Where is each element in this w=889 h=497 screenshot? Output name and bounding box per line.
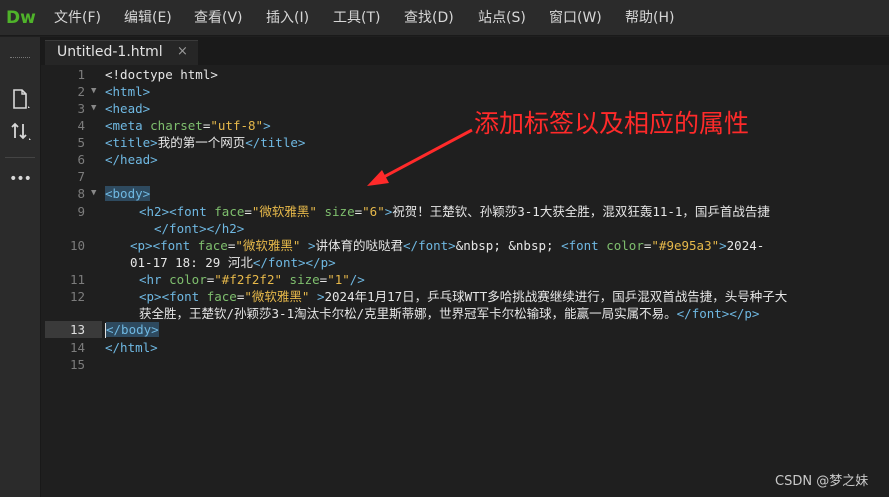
line-number: 12 — [69, 289, 85, 304]
menu-insert[interactable]: 插入(I) — [266, 8, 309, 28]
code-line: <title>我的第一个网页</title> — [105, 135, 306, 150]
code-line: <meta charset="utf-8"> — [105, 118, 271, 133]
line-number: 7 — [77, 169, 85, 184]
line-number: 9 — [77, 204, 85, 219]
code-line: <html> — [105, 84, 151, 99]
annotation-label: 添加标签以及相应的属性 — [474, 109, 750, 138]
code-line: <p><font face="微软雅黑" >讲体育的哒哒君</font>&nbs… — [130, 238, 765, 253]
fold-arrow-icon[interactable]: ▼ — [91, 185, 96, 202]
code-line: <head> — [105, 101, 151, 116]
close-icon[interactable]: × — [177, 44, 188, 59]
menu-file[interactable]: 文件(F) — [54, 8, 101, 28]
code-line: <body> — [105, 186, 151, 201]
line-gutter: 1 2 ▼ 3 ▼ 4 5 6 7 8 ▼ 9 10 11 12 13 14 1… — [45, 65, 101, 497]
menu-edit[interactable]: 编辑(E) — [124, 8, 172, 28]
code-editor[interactable]: 1 2 ▼ 3 ▼ 4 5 6 7 8 ▼ 9 10 11 12 13 14 1… — [45, 65, 889, 497]
code-line: <!doctype html> — [105, 67, 218, 82]
more-icon[interactable]: ••• — [8, 167, 32, 191]
menu-window[interactable]: 窗口(W) — [549, 8, 602, 28]
tab-label: Untitled-1.html — [57, 44, 163, 60]
line-number: 8 — [77, 186, 85, 201]
line-number: 10 — [69, 238, 85, 253]
menu-find[interactable]: 查找(D) — [404, 8, 454, 28]
menu-site[interactable]: 站点(S) — [478, 8, 526, 28]
toolbar-divider — [5, 157, 35, 158]
file-icon[interactable] — [8, 87, 32, 111]
tab-untitled-1[interactable]: Untitled-1.html × — [45, 40, 198, 65]
menu-help[interactable]: 帮助(H) — [625, 8, 674, 28]
app-logo[interactable]: Dw — [6, 6, 36, 30]
menu-tools[interactable]: 工具(T) — [333, 8, 380, 28]
line-number: 6 — [77, 152, 85, 167]
code-line: 获全胜，王楚钦/孙颖莎3-1淘汰卡尔松/克里斯蒂娜，世界冠军卡尔松输球，能赢一局… — [139, 306, 760, 321]
code-line: 01-17 18: 29 河北</font></p> — [130, 255, 336, 270]
fold-arrow-icon[interactable]: ▼ — [91, 100, 96, 117]
line-number: 15 — [69, 357, 85, 372]
document-tab-bar: Untitled-1.html × — [0, 37, 889, 65]
line-number-active: 13 — [69, 322, 85, 337]
line-number: 2 — [77, 84, 85, 99]
line-number: 4 — [77, 118, 85, 133]
watermark: CSDN @梦之妹 — [775, 474, 869, 489]
code-line: </font></h2> — [154, 221, 245, 236]
code-line: <h2><font face="微软雅黑" size="6">祝贺！王楚钦、孙颖… — [139, 204, 770, 219]
line-number: 5 — [77, 135, 85, 150]
menu-view[interactable]: 查看(V) — [194, 8, 243, 28]
line-number: 11 — [69, 272, 85, 287]
code-line-active: </body> — [105, 322, 159, 338]
code-line: <hr color="#f2f2f2" size="1"/> — [139, 272, 365, 287]
line-number: 3 — [77, 101, 85, 116]
menu-bar: Dw 文件(F) 编辑(E) 查看(V) 插入(I) 工具(T) 查找(D) 站… — [0, 0, 889, 36]
fold-arrow-icon[interactable]: ▼ — [91, 83, 96, 100]
grip-handle[interactable] — [10, 57, 30, 60]
left-toolbar: ••• — [0, 37, 41, 497]
sort-icon[interactable] — [8, 119, 32, 143]
code-line: </html> — [105, 340, 158, 355]
code-line: <p><font face="微软雅黑" >2024年1月17日，乒乓球WTT多… — [139, 289, 788, 304]
line-number: 14 — [69, 340, 85, 355]
line-number: 1 — [77, 67, 85, 82]
code-line: </head> — [105, 152, 158, 167]
